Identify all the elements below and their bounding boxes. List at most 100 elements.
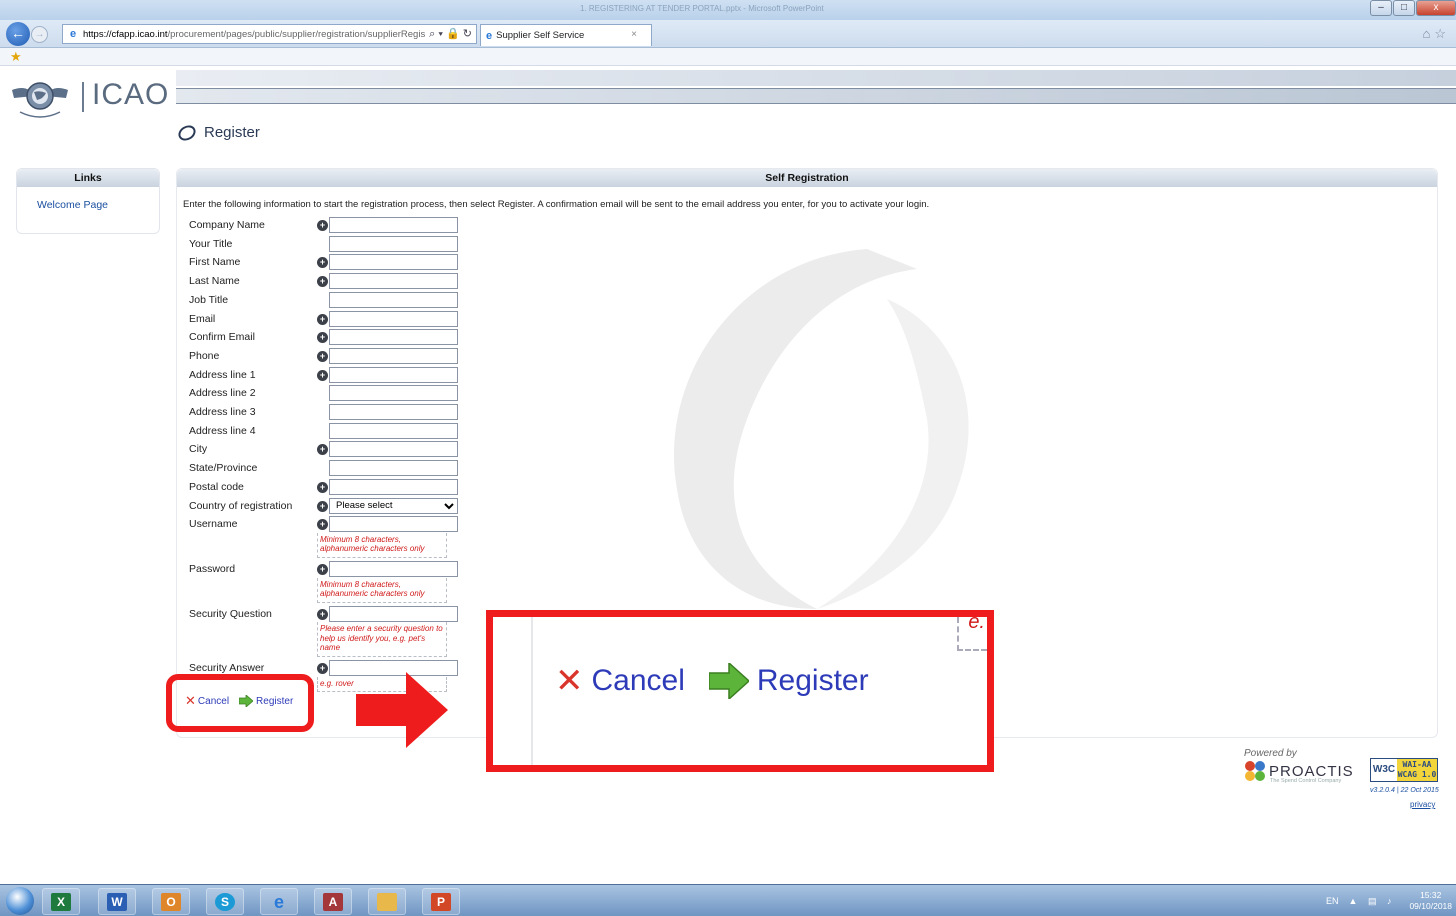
required-plus-icon: + xyxy=(317,350,328,362)
address-tools-icons[interactable]: ⌕ ▾ 🔒 ↻ xyxy=(425,27,472,41)
field-hint: Please enter a security question to help… xyxy=(317,622,447,657)
tab-title: Supplier Self Service xyxy=(496,30,585,41)
home-favorites-icons[interactable]: ⌂☆ xyxy=(1422,26,1450,42)
address-line-3-input[interactable] xyxy=(329,404,458,420)
browser-tab[interactable]: e Supplier Self Service × xyxy=(480,24,652,46)
field-label: First Name xyxy=(189,256,241,269)
postal-code-input[interactable] xyxy=(329,478,458,495)
field-label: Address line 3 xyxy=(189,406,256,418)
window-title: 1. REGISTERING AT TENDER PORTAL.pptx - M… xyxy=(580,4,824,13)
first-name-input[interactable] xyxy=(329,254,458,271)
form-row: Username + xyxy=(189,516,459,534)
proactis-mark-icon xyxy=(1245,761,1265,781)
powered-by-label: Powered by xyxy=(1244,748,1297,759)
welcome-page-link[interactable]: Welcome Page xyxy=(37,199,159,211)
word-icon: W xyxy=(107,892,127,911)
window-controls: – □ x xyxy=(1369,0,1456,16)
field-label: Username xyxy=(189,518,238,531)
confirm-email-input[interactable] xyxy=(329,329,458,346)
favorites-star-icon[interactable]: ★ xyxy=(10,49,22,65)
page-title: Register xyxy=(175,121,260,144)
taskbar-internet-explorer[interactable]: e xyxy=(260,888,298,915)
icao-emblem-icon xyxy=(12,82,68,118)
state-province-input[interactable] xyxy=(329,460,458,477)
address-line-4-input[interactable] xyxy=(329,422,458,439)
last-name-input[interactable] xyxy=(329,273,458,290)
privacy-link[interactable]: privacy xyxy=(1410,800,1435,809)
ie-icon: e xyxy=(273,891,284,912)
address-bar[interactable]: e https://cfapp.icao.int /procurement/pa… xyxy=(62,24,477,44)
minimize-button[interactable]: – xyxy=(1370,0,1392,16)
form-row: Job Title xyxy=(189,291,459,310)
field-hint: Minimum 8 characters, alphanumeric chara… xyxy=(317,532,447,558)
required-plus-icon: + xyxy=(317,563,328,575)
clock-date: 09/10/2018 xyxy=(1409,901,1452,911)
field-label: Country of registration xyxy=(189,499,293,512)
skype-icon: S xyxy=(215,892,235,911)
clock[interactable]: 15:32 09/10/2018 xyxy=(1409,890,1452,912)
city-input[interactable] xyxy=(329,441,458,458)
header-band-top xyxy=(176,70,1456,86)
security-question-input[interactable] xyxy=(329,605,458,622)
zoomed-cancel-x-icon: ✕ xyxy=(555,662,584,700)
registration-instructions: Enter the following information to start… xyxy=(183,199,930,210)
header-band-bottom xyxy=(176,88,1456,104)
field-label: Address line 2 xyxy=(189,387,256,400)
close-window-button[interactable]: x xyxy=(1416,0,1456,16)
field-label: Confirm Email xyxy=(189,331,255,344)
form-row: Address line 4 xyxy=(189,422,459,441)
job-title-input[interactable] xyxy=(329,291,458,308)
taskbar-powerpoint[interactable]: P xyxy=(422,888,460,915)
field-label: Security Question xyxy=(189,607,272,620)
password-input[interactable] xyxy=(329,560,458,577)
taskbar-file-explorer[interactable] xyxy=(368,888,406,915)
taskbar-skype[interactable]: S xyxy=(206,888,244,915)
form-row: Password + xyxy=(189,560,459,579)
maximize-button[interactable]: □ xyxy=(1393,0,1415,16)
username-input[interactable] xyxy=(329,516,458,533)
address-line-1-input[interactable] xyxy=(329,366,458,383)
taskbar-outlook[interactable]: O xyxy=(152,888,190,915)
address-line-2-input[interactable] xyxy=(329,385,458,402)
taskbar-word[interactable]: W xyxy=(98,888,136,915)
country-select[interactable]: Please select xyxy=(329,497,458,514)
clock-time: 15:32 xyxy=(1420,890,1442,900)
language-indicator[interactable]: EN xyxy=(1326,896,1339,906)
page-title-text: Register xyxy=(204,124,260,141)
folder-icon xyxy=(377,892,397,911)
required-plus-icon: + xyxy=(317,444,328,456)
wcag-badge[interactable]: W3C WAI-AA WCAG 1.0 xyxy=(1370,758,1438,782)
required-plus-icon: + xyxy=(317,257,328,269)
forward-arrow-icon[interactable]: → xyxy=(31,26,48,43)
window-titlebar: 1. REGISTERING AT TENDER PORTAL.pptx - M… xyxy=(0,0,1456,20)
tray-icons[interactable]: ▲ ▤ ♪ xyxy=(1349,896,1396,907)
back-arrow-icon[interactable]: ← xyxy=(6,22,30,46)
required-plus-icon: + xyxy=(317,519,328,531)
field-label: City xyxy=(189,443,208,456)
zoomed-cancel-label: Cancel xyxy=(591,664,685,697)
form-row: Email + xyxy=(189,310,459,329)
form-row: Phone + xyxy=(189,347,459,366)
required-plus-icon: + xyxy=(317,608,328,620)
your-title-input[interactable] xyxy=(329,235,458,252)
company-name-input[interactable] xyxy=(329,217,458,233)
taskbar-access[interactable]: A xyxy=(314,888,352,915)
powerpoint-icon: P xyxy=(431,892,451,911)
tab-close-icon[interactable]: × xyxy=(631,29,637,40)
form-row: Country of registration + Please select xyxy=(189,497,459,516)
required-plus-icon: + xyxy=(317,662,328,674)
red-arrow-icon xyxy=(356,672,448,748)
form-row: Postal code + xyxy=(189,478,459,497)
links-panel-title: Links xyxy=(17,169,159,187)
logo-text: ICAO xyxy=(92,78,170,111)
email-input[interactable] xyxy=(329,310,458,327)
phone-input[interactable] xyxy=(329,347,458,364)
start-button[interactable] xyxy=(6,887,34,915)
taskbar-excel[interactable]: X xyxy=(42,888,80,915)
address-path: /procurement/pages/public/supplier/regis… xyxy=(167,28,426,40)
ie-tab-icon: e xyxy=(486,29,493,42)
links-panel: Links Welcome Page xyxy=(16,168,160,234)
zoomed-register-arrow-icon xyxy=(708,663,749,699)
field-label: Postal code xyxy=(189,480,244,493)
system-tray: EN ▲ ▤ ♪ 15:32 09/10/2018 xyxy=(1326,890,1452,912)
